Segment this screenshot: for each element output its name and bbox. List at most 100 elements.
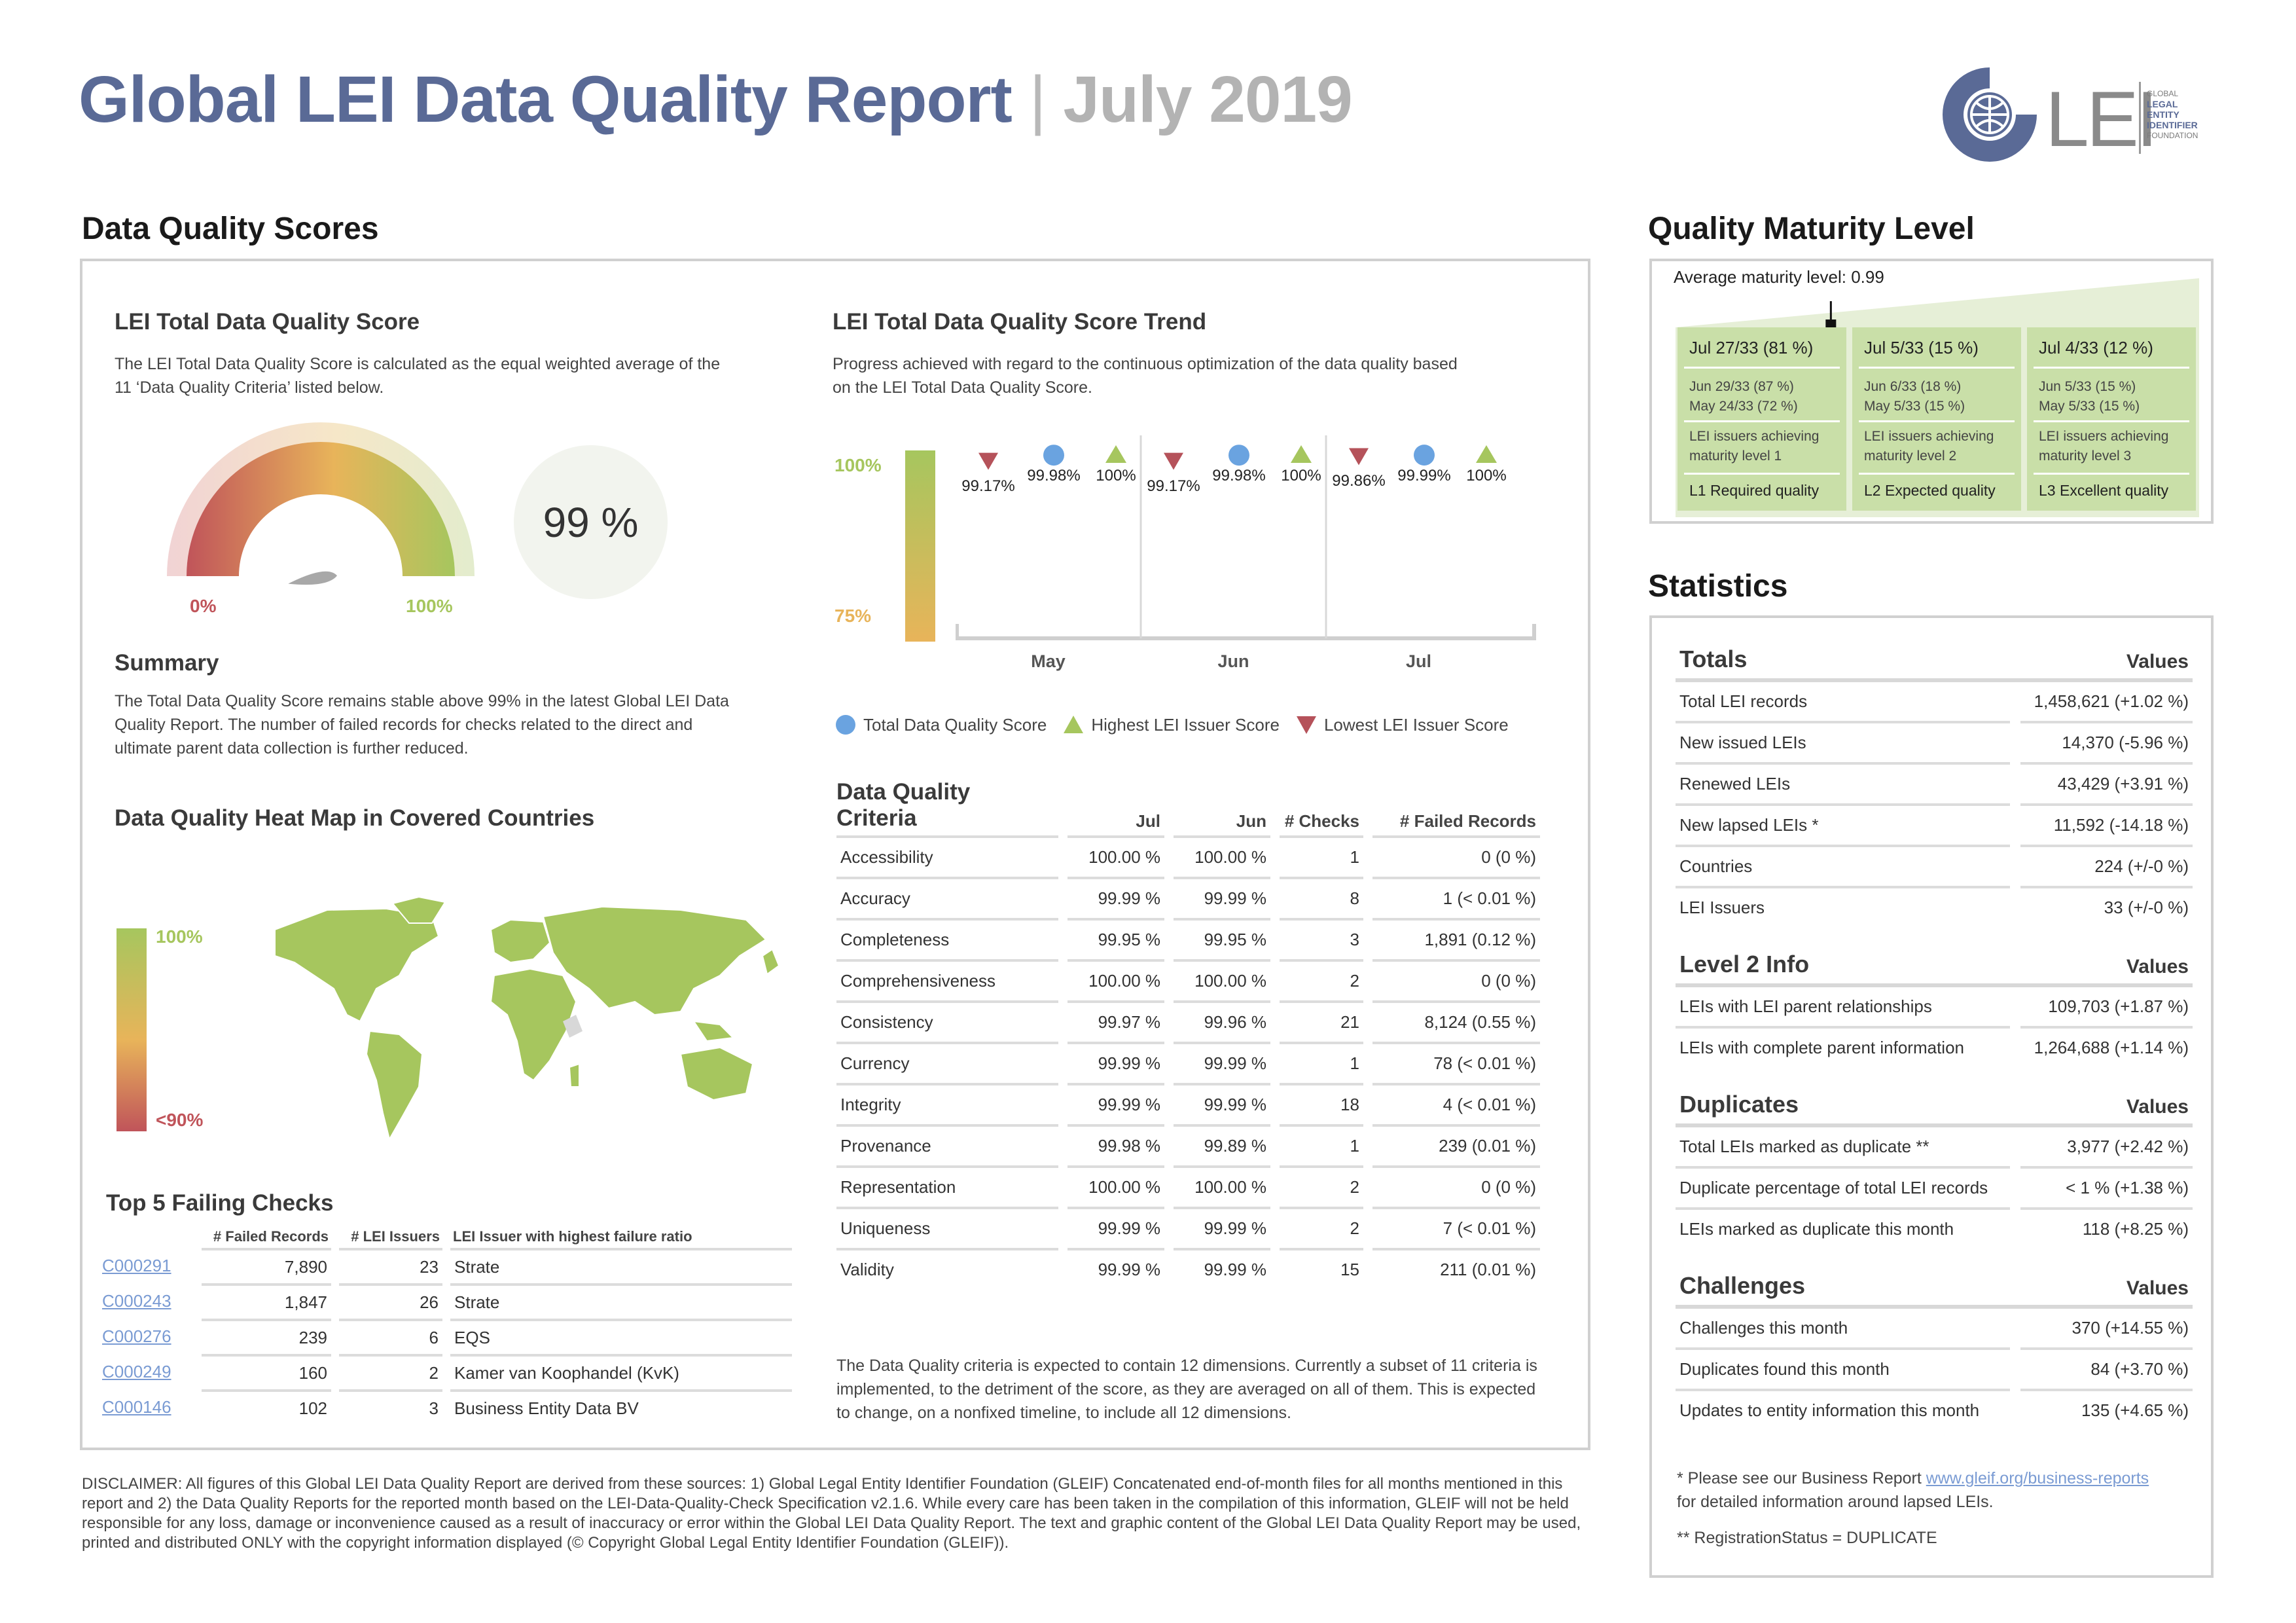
stat-row: Updates to entity information this month… (1676, 1389, 2193, 1430)
criteria-name: Currency (836, 1042, 1058, 1083)
criteria-value: 99.98 % (1067, 1124, 1164, 1165)
criteria-value: 99.99 % (1174, 877, 1270, 918)
criteria-value: 211 (0.01 %) (1372, 1248, 1540, 1289)
gauge-needle (288, 571, 337, 585)
stat-value: 109,703 (+1.87 %) (2020, 983, 2193, 1026)
check-code-link[interactable]: C000243 (98, 1283, 202, 1319)
stat-row: LEIs with LEI parent relationships 109,70… (1676, 983, 2193, 1026)
stat-value: 3,977 (+2.42 %) (2020, 1123, 2193, 1166)
criteria-value: 1 (< 0.01 %) (1372, 877, 1540, 918)
stat-label: New issued LEIs (1676, 721, 2011, 762)
check-code-link[interactable]: C000249 (98, 1354, 202, 1389)
criteria-row: Validity 99.99 % 99.99 % 15 211 (0.01 %) (836, 1248, 1540, 1289)
map-australia (679, 1046, 754, 1101)
criteria-table: Data Quality Criteria Jul Jun # Checks #… (836, 779, 1540, 1289)
criteria-value: 99.97 % (1067, 1000, 1164, 1042)
stat-row: LEIs with complete parent information 1,2… (1676, 1026, 2193, 1067)
criteria-value: 21 (1280, 1000, 1363, 1042)
criteria-value: 15 (1280, 1248, 1363, 1289)
legend-total-label: Total Data Quality Score (863, 714, 1047, 735)
trend-total-label: 99.99% (1397, 467, 1451, 485)
maturity-history: May 24/33 (72 %) (1689, 399, 1798, 414)
logo-word: GLOBAL (2147, 89, 2179, 98)
criteria-row: Completeness 99.95 % 99.95 % 3 1,891 (0.12 %… (836, 918, 1540, 959)
criteria-value: 2 (1280, 1165, 1363, 1207)
criteria-name: Validity (836, 1248, 1058, 1289)
trend-title: LEI Total Data Quality Score Trend (833, 309, 1207, 335)
check-code-link[interactable]: C000146 (98, 1389, 202, 1425)
stat-label: New lapsed LEIs * (1676, 803, 2011, 845)
maturity-description: maturity level 2 (1864, 448, 1957, 464)
logo-word: LEGAL (2147, 99, 2178, 109)
stat-group-name: Totals (1679, 646, 1748, 672)
criteria-row: Consistency 99.97 % 99.96 % 21 8,124 (0.55 %… (836, 1000, 1540, 1042)
check-code-link[interactable]: C000276 (98, 1319, 202, 1354)
stat-label: Total LEI records (1676, 678, 2011, 721)
trend-month-label: Jun (1217, 651, 1249, 671)
failing-col-header: LEI Issuer with highest failure ratio (453, 1228, 692, 1245)
failing-value: 1,847 (202, 1283, 331, 1319)
trend-month-label: May (1031, 651, 1066, 671)
note-lapsed-text: * Please see our Business Report (1677, 1469, 1926, 1487)
criteria-row: Accuracy 99.99 % 99.99 % 8 1 (< 0.01 %) (836, 877, 1540, 918)
failing-check-row: C000146 102 3 Business Entity Data BV (98, 1389, 792, 1425)
stat-label: LEIs marked as duplicate this month (1676, 1207, 2011, 1249)
check-code-link[interactable]: C000291 (98, 1248, 202, 1283)
failing-value: 7,890 (202, 1248, 331, 1283)
criteria-row: Integrity 99.99 % 99.99 % 18 4 (< 0.01 %) (836, 1083, 1540, 1124)
report-title-main: Global LEI Data Quality Report (79, 63, 1013, 136)
stat-row: LEIs marked as duplicate this month 118 (… (1676, 1207, 2193, 1249)
legend-highest-label: Highest LEI Issuer Score (1091, 714, 1280, 735)
maturity-separator (2034, 420, 2189, 422)
criteria-value: 99.99 % (1067, 877, 1164, 918)
trend-lowest-label: 99.17% (1147, 477, 1200, 495)
criteria-row: Accessibility 100.00 % 100.00 % 1 0 (0 %) (836, 835, 1540, 877)
criteria-value: 99.95 % (1174, 918, 1270, 959)
disclaimer: DISCLAIMER: All figures of this Global L… (82, 1475, 1581, 1552)
criteria-value: 3 (1280, 918, 1363, 959)
criteria-value: 1 (1280, 1042, 1363, 1083)
criteria-value: 0 (0 %) (1372, 959, 1540, 1000)
map-japan (761, 948, 780, 976)
stat-label: LEIs with complete parent information (1676, 1026, 2011, 1067)
stat-label: LEI Issuers (1676, 886, 2011, 927)
criteria-value: 78 (< 0.01 %) (1372, 1042, 1540, 1083)
map-north-america (274, 907, 440, 1023)
criteria-value: 99.99 % (1067, 1042, 1164, 1083)
criteria-value: 4 (< 0.01 %) (1372, 1083, 1540, 1124)
criteria-value: 7 (< 0.01 %) (1372, 1207, 1540, 1248)
globe-logo-icon (1943, 67, 2037, 162)
title-separator: | (1029, 63, 1047, 136)
maturity-description: LEI issuers achieving (2039, 429, 2169, 444)
failing-checks-table: # Failed Records # LEI Issuers LEI Issue… (98, 1219, 792, 1425)
criteria-value: 1,891 (0.12 %) (1372, 918, 1540, 959)
maturity-history: May 5/33 (15 %) (1864, 399, 1965, 414)
criteria-value: 99.99 % (1174, 1083, 1270, 1124)
criteria-value: 2 (1280, 1207, 1363, 1248)
logo-divider (2139, 82, 2141, 154)
criteria-value: 99.89 % (1174, 1124, 1270, 1165)
criteria-value: 1 (1280, 835, 1363, 877)
stat-label: Challenges this month (1676, 1305, 2011, 1347)
criteria-value: 18 (1280, 1083, 1363, 1124)
trend-total-label: 99.98% (1027, 467, 1081, 485)
maturity-current: Jul 4/33 (12 %) (2039, 338, 2153, 357)
business-report-link[interactable]: www.gleif.org/business-reports (1926, 1469, 2149, 1487)
stat-row: Renewed LEIs 43,429 (+3.91 %) (1676, 762, 2193, 803)
failing-value: 102 (202, 1389, 331, 1425)
stat-values-header: Values (2126, 1096, 2189, 1118)
stat-row: New issued LEIs 14,370 (-5.96 %) (1676, 721, 2193, 762)
stat-group-name: Challenges (1679, 1272, 1806, 1299)
issuer-name: Strate (450, 1283, 792, 1319)
criteria-value: 99.96 % (1174, 1000, 1270, 1042)
failing-value: 2 (339, 1354, 442, 1389)
failing-col-header: # Failed Records (213, 1228, 329, 1245)
summary-title: Summary (115, 650, 219, 676)
world-heat-map (274, 896, 780, 1141)
statistics-table: Totals Values Total LEI records 1,458,621 (… (1676, 634, 2193, 1430)
criteria-value: 0 (0 %) (1372, 1165, 1540, 1207)
stat-value: 14,370 (-5.96 %) (2020, 721, 2193, 762)
stat-row: New lapsed LEIs * 11,592 (-14.18 %) (1676, 803, 2193, 845)
criteria-value: 100.00 % (1067, 835, 1164, 877)
maturity-description: LEI issuers achieving (1689, 429, 1820, 444)
